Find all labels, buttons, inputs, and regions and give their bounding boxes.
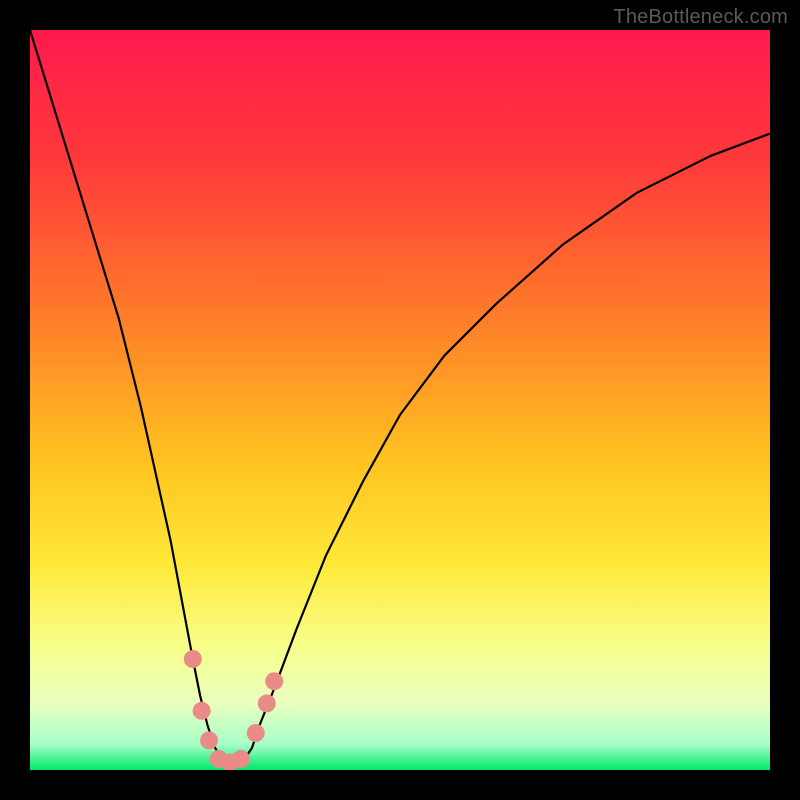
curve-marker bbox=[232, 750, 250, 768]
chart-frame bbox=[30, 30, 770, 770]
curve-marker bbox=[184, 650, 202, 668]
curve-marker bbox=[265, 672, 283, 690]
curve-marker bbox=[247, 724, 265, 742]
gradient-background bbox=[30, 30, 770, 770]
curve-marker bbox=[200, 731, 218, 749]
curve-marker bbox=[258, 694, 276, 712]
watermark-text: TheBottleneck.com bbox=[613, 6, 788, 29]
bottleneck-chart bbox=[30, 30, 770, 770]
curve-marker bbox=[193, 702, 211, 720]
